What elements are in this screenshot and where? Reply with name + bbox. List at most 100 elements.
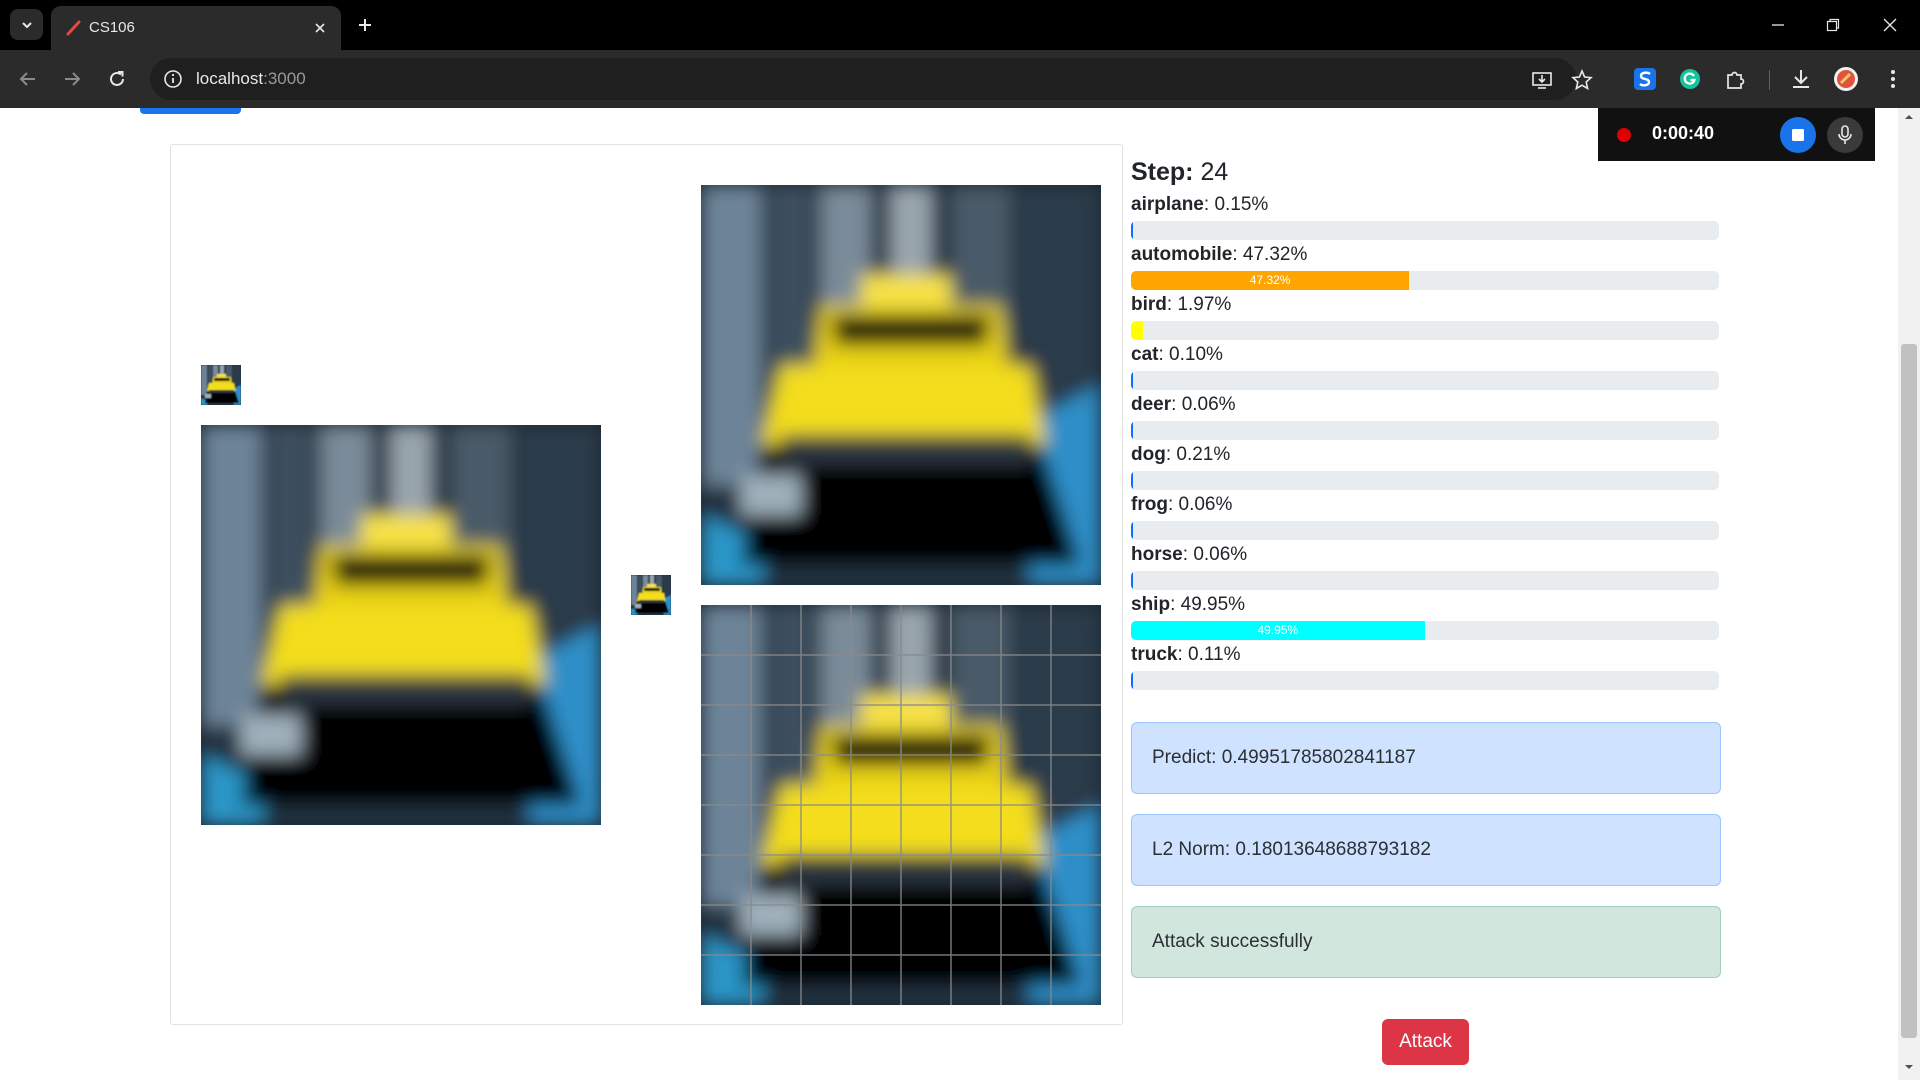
- microphone-button[interactable]: [1827, 117, 1863, 153]
- class-row-deer: deer: 0.06%: [1131, 392, 1721, 442]
- probability-bar-track: [1131, 571, 1719, 590]
- probability-bar-track: [1131, 321, 1719, 340]
- class-percent: 0.06%: [1178, 494, 1233, 515]
- extensions-button[interactable]: [1721, 65, 1749, 93]
- address-bar[interactable]: localhost:3000: [150, 58, 1593, 100]
- minimize-icon: [1772, 24, 1784, 26]
- close-icon: [1883, 18, 1897, 32]
- class-row-dog: dog: 0.21%: [1131, 442, 1721, 492]
- chevron-down-icon: [21, 21, 32, 28]
- class-label: frog: 0.06%: [1131, 494, 1233, 515]
- downloads-button[interactable]: [1787, 65, 1815, 93]
- prediction-column: Step: 24 airplane: 0.15% automobile: 47.3…: [1131, 152, 1721, 692]
- probability-bar-track: [1131, 421, 1719, 440]
- tab-title: CS106: [89, 19, 135, 36]
- url-text: localhost:3000: [196, 69, 306, 89]
- probability-bar-fill: 47.32%: [1131, 271, 1410, 290]
- probability-bar-fill: [1131, 321, 1143, 340]
- install-app-button[interactable]: [1530, 68, 1554, 92]
- url-port: :3000: [263, 69, 306, 88]
- back-button[interactable]: [13, 64, 43, 94]
- class-name: cat: [1131, 344, 1159, 365]
- restore-button[interactable]: [1815, 10, 1851, 40]
- browser-tab-bar: CS106: [0, 0, 1920, 50]
- class-row-airplane: airplane: 0.15%: [1131, 192, 1721, 242]
- probability-bar-track: [1131, 221, 1719, 240]
- arrow-left-icon: [19, 72, 35, 86]
- puzzle-icon: [1727, 71, 1745, 89]
- close-window-button[interactable]: [1872, 10, 1908, 40]
- class-probability-list: airplane: 0.15% automobile: 47.32% 47.32% b…: [1131, 192, 1721, 692]
- probability-bar-fill: [1131, 571, 1133, 590]
- class-name: deer: [1131, 394, 1172, 415]
- url-host: localhost: [196, 69, 264, 88]
- probability-bar-fill: [1131, 371, 1133, 390]
- class-percent: 0.10%: [1169, 344, 1223, 365]
- browser-menu-button[interactable]: [1879, 65, 1907, 93]
- class-label: automobile: 47.32%: [1131, 244, 1308, 265]
- probability-bar-fill: [1131, 221, 1133, 240]
- class-row-horse: horse: 0.06%: [1131, 542, 1721, 592]
- class-label: airplane: 0.15%: [1131, 194, 1269, 215]
- new-tab-button[interactable]: [352, 12, 378, 38]
- class-name: dog: [1131, 444, 1166, 465]
- s-extension-icon: [1634, 68, 1656, 90]
- step-value: 24: [1200, 158, 1229, 186]
- grammarly-button[interactable]: [1676, 65, 1704, 93]
- class-percent: 0.06%: [1181, 394, 1236, 415]
- profile-button[interactable]: [1832, 65, 1860, 93]
- taxi-image: [201, 365, 241, 405]
- screen-recorder-bar: 0:00:40: [1598, 108, 1875, 161]
- extension-s-button[interactable]: [1631, 65, 1659, 93]
- restore-icon: [1826, 18, 1840, 32]
- class-row-ship: ship: 49.95% 49.95%: [1131, 592, 1721, 642]
- class-percent: 1.97%: [1177, 294, 1232, 315]
- adversarial-thumbnail: [631, 575, 671, 615]
- page-content: Step: 24 airplane: 0.15% automobile: 47.3…: [0, 108, 1920, 1080]
- avatar-icon: [1834, 67, 1858, 91]
- class-percent: 0.06%: [1193, 544, 1248, 565]
- arrow-right-icon: [65, 72, 81, 86]
- class-name: ship: [1131, 594, 1171, 615]
- recording-dot-icon: [1617, 128, 1631, 142]
- page-scrollbar[interactable]: [1898, 108, 1920, 1080]
- attack-button[interactable]: Attack: [1382, 1019, 1469, 1065]
- original-image: [201, 425, 601, 825]
- probability-bar-fill: [1131, 521, 1133, 540]
- probability-bar-track: 49.95%: [1131, 621, 1719, 640]
- class-row-bird: bird: 1.97%: [1131, 292, 1721, 342]
- tab-search-button[interactable]: [10, 9, 43, 40]
- class-percent: 0.11%: [1188, 644, 1241, 665]
- probability-bar-track: [1131, 371, 1719, 390]
- close-tab-button[interactable]: [309, 17, 331, 39]
- scroll-up-arrow-icon[interactable]: [1904, 112, 1914, 122]
- probability-bar-track: [1131, 471, 1719, 490]
- top-button-edge[interactable]: [140, 108, 241, 114]
- probability-bar-fill: [1131, 671, 1133, 690]
- minimize-button[interactable]: [1760, 10, 1796, 40]
- attack-status-alert: Attack successfully: [1131, 906, 1721, 978]
- scroll-down-arrow-icon[interactable]: [1904, 1062, 1914, 1072]
- class-name: automobile: [1131, 244, 1233, 265]
- class-name: horse: [1131, 544, 1183, 565]
- install-app-icon: [1532, 72, 1552, 89]
- stop-recording-button[interactable]: [1780, 117, 1816, 153]
- probability-bar-fill: 49.95%: [1131, 621, 1425, 640]
- probability-bar-fill: [1131, 471, 1133, 490]
- forward-button[interactable]: [57, 64, 87, 94]
- bookmark-button[interactable]: [1570, 68, 1594, 92]
- class-name: bird: [1131, 294, 1167, 315]
- taxi-image: [631, 575, 671, 615]
- scroll-thumb[interactable]: [1901, 344, 1917, 1038]
- probability-bar-track: 47.32%: [1131, 271, 1719, 290]
- microphone-icon: [1838, 125, 1852, 144]
- adversarial-image: [701, 185, 1101, 585]
- stop-icon: [1792, 129, 1804, 141]
- browser-tab[interactable]: CS106: [51, 6, 341, 50]
- class-name: frog: [1131, 494, 1168, 515]
- predict-alert: Predict: 0.49951785802841187: [1131, 722, 1721, 794]
- reload-button[interactable]: [102, 64, 132, 94]
- class-label: horse: 0.06%: [1131, 544, 1248, 565]
- class-label: ship: 49.95%: [1131, 594, 1246, 615]
- l2-norm-alert: L2 Norm: 0.18013648688793182: [1131, 814, 1721, 886]
